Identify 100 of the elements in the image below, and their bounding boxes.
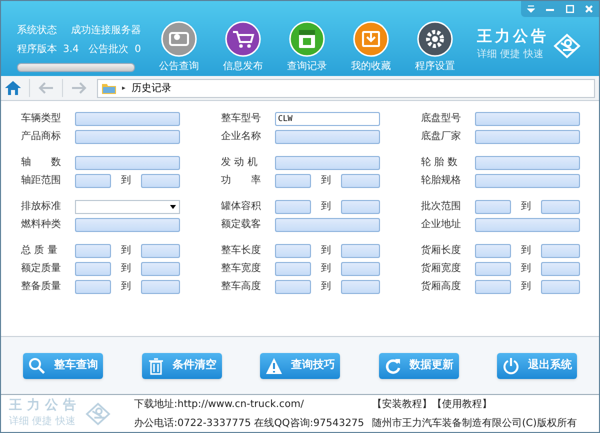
range-separator: 到 [520,262,532,276]
input-field[interactable] [341,244,380,258]
range-separator: 到 [320,200,332,214]
toolbar-button[interactable]: 我的收藏 [343,21,399,74]
field-label: 罐体容积 [221,200,262,214]
input-field[interactable] [475,280,511,294]
input-field[interactable] [141,174,180,188]
field-label: 企业名称 [221,130,262,144]
input-field[interactable] [475,244,511,258]
input-field[interactable] [541,244,580,258]
field-label: 整备质量 [21,280,62,294]
breadcrumb-item[interactable]: 历史记录 [132,80,172,96]
input-field[interactable] [541,200,580,214]
maximize-icon[interactable] [566,5,574,13]
tutorial-links[interactable]: 【安装教程】【使用教程】 [372,396,577,412]
footer-brand-title: 王力公告 [9,398,81,412]
field-label: 额定载客 [221,218,262,232]
input-field[interactable] [475,112,580,126]
field-label: 额定质量 [21,262,62,276]
power-icon [502,356,520,374]
field-label: 轴 数 [21,156,62,170]
field-label: 整车型号 [221,112,262,126]
input-field[interactable] [475,218,580,232]
dropdown-icon[interactable] [526,5,535,13]
refresh-icon [384,356,402,374]
field-label: 轮胎规格 [421,174,462,188]
field-label: 整车长度 [221,244,262,258]
field-label: 产品商标 [21,130,62,144]
input-field[interactable] [275,130,380,144]
input-field[interactable] [275,174,311,188]
footer-brand-slogan: 详细 便捷 快速 [9,414,76,428]
range-separator: 到 [320,280,332,294]
toolbar-button[interactable]: 信息发布 [215,21,271,74]
field-label: 企业地址 [421,218,462,232]
input-field[interactable] [475,156,580,170]
action-button[interactable]: 整车查询 [23,352,103,378]
field-label: 货厢宽度 [421,262,462,276]
input-field[interactable] [541,280,580,294]
input-field[interactable] [75,174,111,188]
input-field[interactable] [275,262,311,276]
input-field[interactable] [75,156,180,170]
field-label: 车辆类型 [21,112,62,126]
input-field[interactable] [341,262,380,276]
field-label: 排放标准 [21,200,62,214]
toolbar-button[interactable]: 程序设置 [407,21,463,74]
input-field[interactable] [141,262,180,276]
input-field[interactable] [75,112,180,126]
range-separator: 到 [320,262,332,276]
toolbar-button[interactable]: 查询记录 [279,21,335,74]
field-label: 货厢长度 [421,244,462,258]
input-field[interactable] [75,218,180,232]
input-field[interactable] [75,130,180,144]
app-slogan: 详细 便捷 快速 [477,48,544,62]
warning-icon [265,356,283,374]
forward-arrow-icon[interactable] [71,82,87,94]
status-label: 系统状态 [17,24,57,38]
back-arrow-icon[interactable] [38,82,54,94]
range-separator: 到 [320,244,332,258]
field-label: 批次范围 [421,200,462,214]
input-field[interactable] [75,280,111,294]
field-label: 发 动 机 [221,156,258,170]
action-button[interactable]: 数据更新 [378,352,458,378]
input-field[interactable] [141,244,180,258]
input-field[interactable] [475,130,580,144]
input-field[interactable] [341,280,380,294]
field-label: 货厢高度 [421,280,462,294]
input-field[interactable] [275,244,311,258]
action-button[interactable]: 查询技巧 [260,352,340,378]
input-field[interactable] [341,200,380,214]
range-separator: 到 [120,174,132,188]
input-field[interactable]: CLW [275,112,380,126]
field-label: 轴距范围 [21,174,62,188]
input-field[interactable] [275,218,380,232]
input-field[interactable] [541,262,580,276]
status-value: 3.4 [63,43,80,57]
search-icon [28,356,46,374]
home-icon[interactable] [5,81,21,95]
input-field[interactable] [341,174,380,188]
input-field[interactable] [475,174,580,188]
input-field[interactable] [75,262,111,276]
logo-icon [85,402,111,426]
input-field[interactable] [475,200,511,214]
input-field[interactable] [275,200,311,214]
input-field[interactable] [275,280,311,294]
toolbar-button[interactable]: 公告查询 [151,21,207,74]
copyright: 随州市王力汽车装备制造有限公司(C)版权所有 [372,416,577,430]
app-title: 王力公告 [477,29,549,44]
trash-icon [146,356,164,374]
status-label: 公告批次 [88,42,129,57]
dropdown[interactable] [75,200,180,214]
logo-icon [553,32,581,58]
input-field[interactable] [475,262,511,276]
range-separator: 到 [120,244,132,258]
input-field[interactable] [275,156,380,170]
caret-icon [170,204,176,208]
action-button[interactable]: 退出系统 [497,352,577,378]
input-field[interactable] [75,244,111,258]
input-field[interactable] [141,280,180,294]
action-button[interactable]: 条件清空 [142,352,222,378]
close-icon[interactable] [585,5,594,13]
